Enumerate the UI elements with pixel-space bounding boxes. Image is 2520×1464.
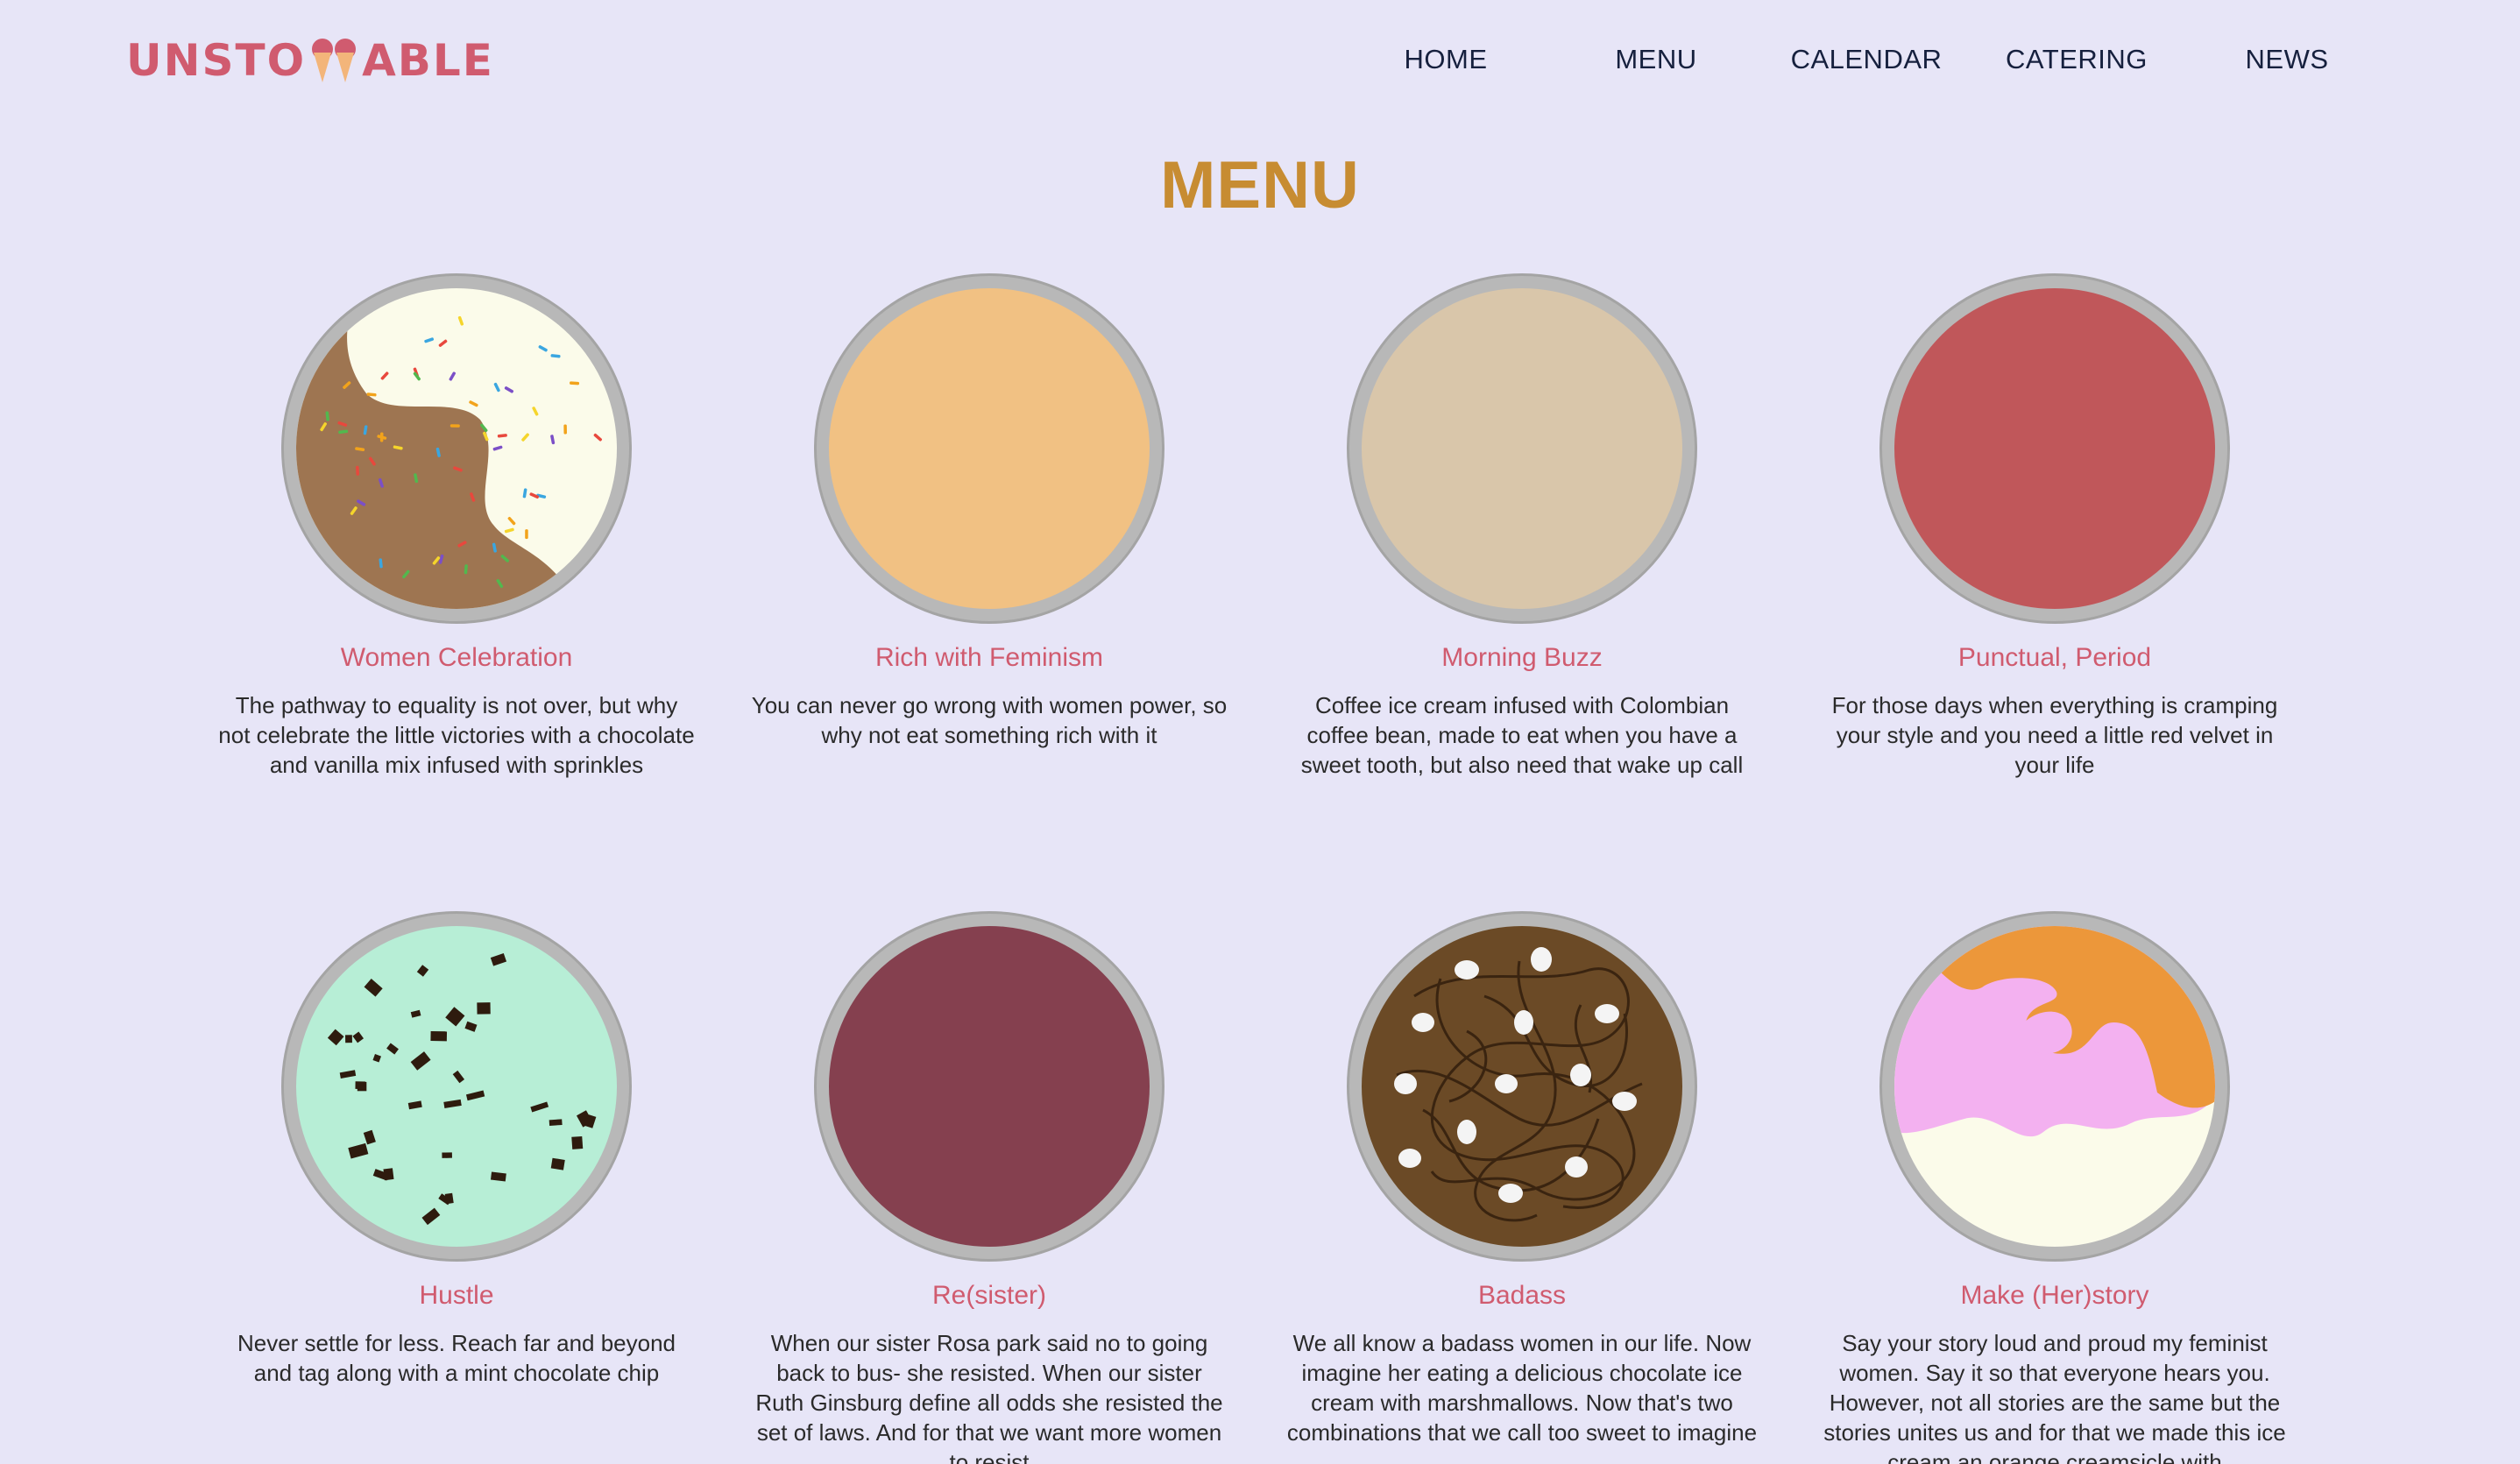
menu-item-badass[interactable]: Badass We all know a badass women in our… (1277, 911, 1767, 1447)
chocolate-chip (430, 1030, 448, 1042)
chocolate-chip (355, 1081, 365, 1090)
item-name: Rich with Feminism (874, 643, 1104, 672)
item-name: Women Celebration (340, 643, 573, 672)
item-name: Make (Her)story (1960, 1281, 2149, 1310)
item-name: Re(sister) (931, 1281, 1046, 1310)
berry-ice-cream-image (829, 926, 1150, 1247)
ice-cream-bowl-image (814, 273, 1164, 624)
ice-cream-cone-icon (308, 37, 360, 84)
item-name: Hustle (419, 1281, 494, 1310)
chocolate-chip (444, 1192, 454, 1205)
sprinkle (525, 529, 528, 540)
chocolate-chip (345, 1035, 352, 1043)
logo-text-right: ABLE (362, 35, 494, 86)
chocolate-marshmallow-image (1362, 926, 1682, 1247)
sprinkle (356, 465, 359, 476)
item-description: You can never go wrong with women power,… (751, 692, 1228, 748)
menu-item-make-herstory[interactable]: Make (Her)story Say your story loud and … (1809, 911, 2300, 1464)
orange-creamsicle-image (1894, 926, 2215, 1247)
nav-calendar[interactable]: CALENDAR (1761, 39, 1971, 81)
chocolate-chip (550, 1157, 565, 1170)
mint-chocolate-chip-image (296, 926, 617, 1247)
item-name: Badass (1477, 1281, 1567, 1310)
coffee-ice-cream-image (1362, 288, 1682, 609)
sprinkle (563, 424, 567, 435)
main-nav: HOME MENU CALENDAR CATERING NEWS (1341, 39, 2392, 81)
ice-cream-bowl-image (1879, 911, 2230, 1262)
menu-item-rich-with-feminism[interactable]: Rich with Feminism You can never go wron… (744, 273, 1235, 750)
item-description: Say your story loud and proud my feminis… (1823, 1330, 2286, 1464)
nav-catering[interactable]: CATERING (1971, 39, 2182, 81)
menu-item-women-celebration[interactable]: Women Celebration The pathway to equalit… (211, 273, 702, 780)
peach-ice-cream-image (829, 288, 1150, 609)
item-description: Never settle for less. Reach far and bey… (237, 1330, 676, 1386)
nav-menu[interactable]: MENU (1551, 39, 1761, 81)
menu-item-punctual-period[interactable]: Punctual, Period For those days when eve… (1809, 273, 2300, 780)
chocolate-chip (549, 1119, 563, 1126)
item-description: For those days when everything is crampi… (1831, 692, 2278, 778)
item-description: The pathway to equality is not over, but… (218, 692, 695, 778)
nav-news[interactable]: NEWS (2182, 39, 2392, 81)
ice-cream-bowl-image (1879, 273, 2230, 624)
chocolate-chip (571, 1135, 584, 1149)
ice-cream-bowl-image (281, 911, 632, 1262)
page-title: MENU (1160, 148, 1360, 223)
chocolate-chip (442, 1152, 452, 1158)
item-description: We all know a badass women in our life. … (1286, 1330, 1758, 1446)
ice-cream-bowl-image (1347, 911, 1697, 1262)
logo[interactable]: UNSTO ABLE (126, 35, 494, 86)
chocolate-vanilla-sprinkles-image (296, 288, 617, 609)
chocolate-chip (477, 1002, 491, 1015)
sprinkle (449, 424, 460, 428)
logo-text-left: UNSTO (126, 35, 307, 86)
item-name: Morning Buzz (1441, 643, 1603, 672)
ice-cream-bowl-image (1347, 273, 1697, 624)
item-description: Coffee ice cream infused with Colombian … (1300, 692, 1744, 778)
menu-item-hustle[interactable]: Hustle Never settle for less. Reach far … (211, 911, 702, 1388)
ice-cream-bowl-image (281, 273, 632, 624)
ice-cream-bowl-image (814, 911, 1164, 1262)
nav-home[interactable]: HOME (1341, 39, 1551, 81)
item-description: When our sister Rosa park said no to goi… (755, 1330, 1223, 1464)
page: UNSTO ABLE HOME MENU CALENDAR CATERING N… (0, 0, 2520, 1464)
menu-item-morning-buzz[interactable]: Morning Buzz Coffee ice cream infused wi… (1277, 273, 1767, 780)
red-velvet-ice-cream-image (1894, 288, 2215, 609)
item-name: Punctual, Period (1957, 643, 2152, 672)
menu-item-resister[interactable]: Re(sister) When our sister Rosa park sai… (744, 911, 1235, 1464)
